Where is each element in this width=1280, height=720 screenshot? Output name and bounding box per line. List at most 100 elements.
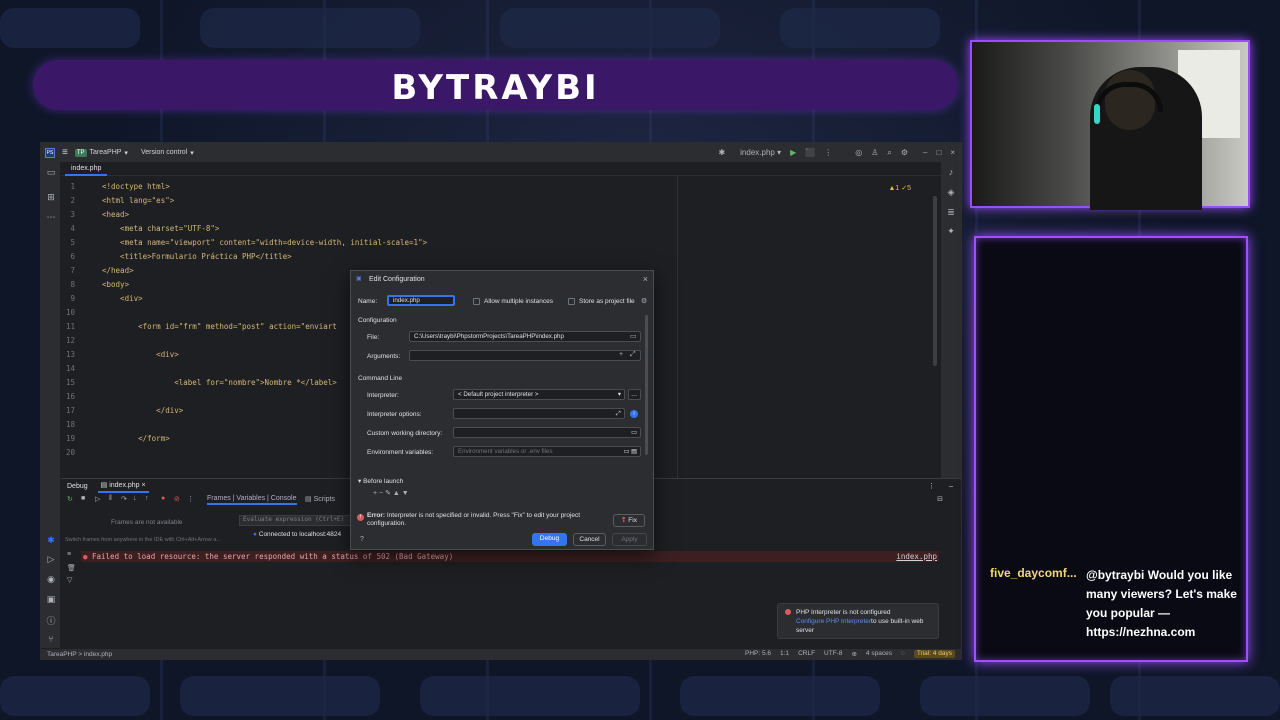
more-icon[interactable]: ⋮ bbox=[187, 495, 194, 503]
layout-icon[interactable]: ⊟ bbox=[937, 495, 943, 503]
debug-bug-icon[interactable]: ✱ bbox=[718, 148, 725, 157]
debug-icon[interactable]: ⬛ bbox=[805, 148, 815, 157]
close-icon[interactable]: × bbox=[950, 148, 955, 157]
dialog-title: Edit Configuration bbox=[369, 276, 425, 283]
background-seat bbox=[780, 8, 940, 48]
file-encoding[interactable]: UTF-8 bbox=[824, 650, 842, 658]
run-config-selector[interactable]: index.php ▾ bbox=[740, 148, 781, 157]
search-icon[interactable]: ⌕ bbox=[887, 148, 891, 158]
minimize-icon[interactable]: – bbox=[923, 148, 927, 157]
settings-gear-icon[interactable]: ⚙ bbox=[901, 148, 908, 157]
browse-folder-icon[interactable]: ▭ bbox=[630, 332, 637, 340]
ai-assistant-icon[interactable]: ◎ bbox=[855, 148, 862, 157]
console-error-link[interactable]: index.php bbox=[896, 551, 937, 562]
info-icon[interactable]: i bbox=[630, 410, 638, 418]
dialog-scrollbar[interactable] bbox=[645, 315, 648, 455]
frames-tab[interactable]: Frames | Variables | Console bbox=[207, 495, 297, 505]
debug-tool-icon[interactable]: ✱ bbox=[45, 535, 57, 547]
name-input[interactable]: index.php bbox=[387, 295, 455, 306]
project-folder-icon[interactable]: ▭ bbox=[45, 167, 57, 179]
working-directory-input[interactable]: ▭ bbox=[453, 427, 641, 438]
mute-breakpoints-icon[interactable]: ⊘ bbox=[174, 495, 180, 503]
allow-multiple-checkbox[interactable] bbox=[473, 298, 480, 305]
add-icon[interactable]: + bbox=[619, 351, 623, 358]
step-into-icon[interactable]: ↓ bbox=[133, 495, 137, 502]
problems-icon[interactable]: ⓘ bbox=[45, 614, 57, 626]
run-icon[interactable]: ▶ bbox=[790, 148, 796, 157]
step-out-icon[interactable]: ↑ bbox=[145, 495, 149, 502]
stop-icon[interactable]: ■ bbox=[81, 495, 85, 502]
account-icon[interactable]: ♙ bbox=[871, 148, 878, 157]
environment-variables-input[interactable]: Environment variables or .env files ▭ ▤ bbox=[453, 446, 641, 457]
more-tools-icon[interactable]: ⋯ bbox=[45, 212, 57, 224]
notifications-bell-icon[interactable]: ♪ bbox=[945, 167, 957, 177]
php-version[interactable]: PHP: 5.6 bbox=[745, 650, 771, 658]
background-seat bbox=[500, 8, 720, 48]
pause-icon[interactable]: ‖ bbox=[109, 495, 112, 502]
editor-scrollbar[interactable] bbox=[933, 196, 937, 366]
run-config-label: index.php bbox=[740, 148, 775, 157]
vcs-selector[interactable]: Version control ▾ bbox=[141, 149, 194, 157]
vcs-label: Version control bbox=[140, 149, 188, 156]
scripts-tab[interactable]: ▤ Scripts bbox=[305, 495, 335, 503]
settings-gear-icon[interactable]: ⚙ bbox=[641, 297, 647, 305]
line-number: 11 bbox=[65, 322, 75, 331]
run-tool-icon[interactable]: ▷ bbox=[45, 554, 57, 566]
console-error-text: Failed to load resource: the server resp… bbox=[92, 552, 454, 561]
interpreter-more-button[interactable]: … bbox=[628, 389, 641, 400]
add-task-icon[interactable]: + − ✎ ▲ ▼ bbox=[373, 489, 409, 497]
resume-icon[interactable]: ▷ bbox=[95, 495, 100, 503]
debug-session-tab[interactable]: ▤ index.php × bbox=[97, 479, 149, 493]
expand-icon[interactable]: ⤢ bbox=[630, 351, 636, 359]
browse-folder-icon[interactable]: ▭ ▤ bbox=[624, 447, 637, 456]
console-trash-icon[interactable]: 🗑 bbox=[67, 564, 76, 572]
more-icon[interactable]: ⋮ bbox=[928, 482, 935, 490]
console-clear-icon[interactable]: ≡ bbox=[67, 551, 71, 558]
database-icon[interactable]: ≣ bbox=[945, 207, 957, 218]
apply-button[interactable]: Apply bbox=[612, 533, 647, 546]
console-filter-icon[interactable]: ▽ bbox=[67, 576, 72, 584]
view-breakpoints-icon[interactable]: ● bbox=[161, 495, 165, 502]
code-text: <!doctype html> bbox=[102, 182, 170, 191]
expand-icon[interactable]: ⤢ bbox=[616, 409, 621, 418]
caret-position[interactable]: 1:1 bbox=[780, 650, 789, 658]
indent-setting[interactable]: 4 spaces bbox=[866, 650, 892, 658]
browse-folder-icon[interactable]: ▭ bbox=[631, 428, 637, 437]
inspection-widget[interactable]: ▲1 ✓5 bbox=[888, 184, 911, 192]
line-separator[interactable]: CRLF bbox=[798, 650, 815, 658]
rerun-icon[interactable]: ↻ bbox=[67, 495, 73, 503]
cancel-button[interactable]: Cancel bbox=[573, 533, 606, 546]
help-icon[interactable]: ? bbox=[360, 536, 364, 543]
ai-chat-icon[interactable]: ◈ bbox=[945, 187, 957, 198]
structure-icon[interactable]: ⊞ bbox=[45, 192, 57, 204]
trial-badge[interactable]: Trial: 4 days bbox=[913, 650, 955, 658]
evaluate-expression-input[interactable]: Evaluate expression (Ctrl+E) bbox=[239, 515, 351, 526]
maximize-icon[interactable]: □ bbox=[936, 148, 941, 157]
services-icon[interactable]: ◉ bbox=[45, 574, 57, 586]
arguments-input[interactable] bbox=[409, 350, 641, 361]
debug-button[interactable]: Debug bbox=[532, 533, 567, 546]
interpreter-select[interactable]: < Default project interpreter > ▾ bbox=[453, 389, 625, 400]
background-seat bbox=[680, 676, 880, 716]
line-number: 6 bbox=[70, 252, 75, 261]
breadcrumb[interactable]: TareaPHP > index.php bbox=[47, 651, 112, 658]
step-over-icon[interactable]: ↷ bbox=[121, 495, 127, 503]
store-project-checkbox[interactable] bbox=[568, 298, 575, 305]
git-icon[interactable]: ⑂ bbox=[45, 634, 57, 646]
connection-status: ● Connected to localhost:4824 bbox=[253, 531, 341, 538]
project-selector[interactable]: TP TareaPHP ▾ bbox=[74, 148, 128, 157]
close-icon[interactable]: × bbox=[643, 274, 648, 284]
interpreter-options-input[interactable]: ⤢ bbox=[453, 408, 625, 419]
hamburger-menu-icon[interactable]: ≡ bbox=[62, 147, 68, 158]
editor-tab-index-php[interactable]: index.php bbox=[65, 162, 108, 176]
configure-interpreter-link[interactable]: Configure PHP Interpreter bbox=[796, 618, 871, 625]
minimize-panel-icon[interactable]: – bbox=[949, 483, 953, 490]
file-input[interactable]: C:\Users\traybi\PhpstormProjects\TareaPH… bbox=[409, 331, 641, 342]
lock-icon[interactable]: ⊕ bbox=[851, 650, 856, 658]
memory-icon[interactable]: ◌ bbox=[901, 650, 905, 658]
plugin-icon[interactable]: ✦ bbox=[945, 226, 957, 237]
more-icon[interactable]: ⋮ bbox=[824, 148, 832, 157]
before-launch-section[interactable]: ▾ Before launch bbox=[358, 477, 403, 485]
terminal-icon[interactable]: ▣ bbox=[45, 594, 57, 606]
fix-button[interactable]: ❢ Fix bbox=[613, 514, 645, 527]
